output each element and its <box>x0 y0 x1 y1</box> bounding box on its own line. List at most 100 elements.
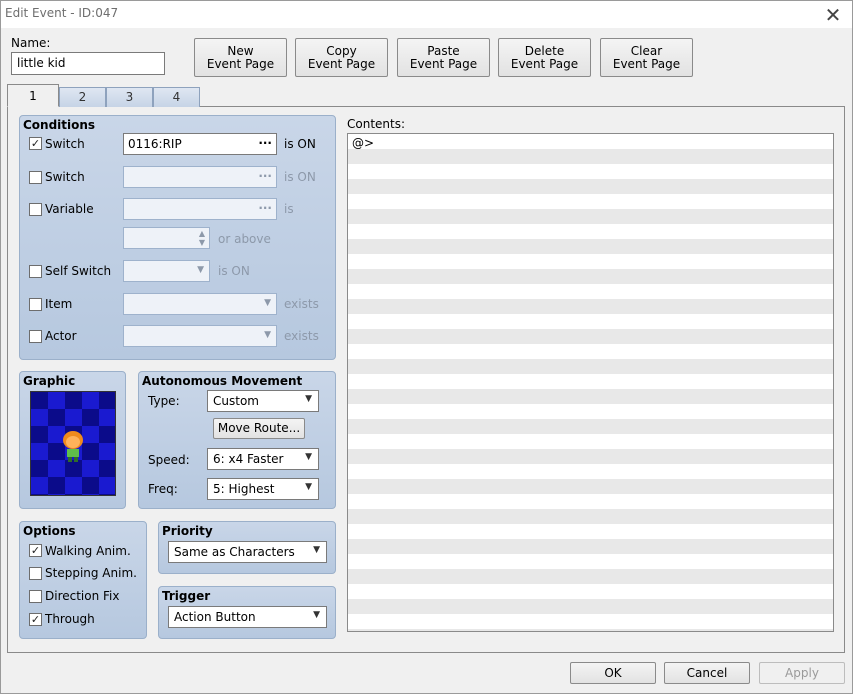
tab-page-3[interactable]: 3 <box>106 87 153 107</box>
list-stripe <box>348 359 833 374</box>
list-stripe <box>348 179 833 194</box>
movement-type-select[interactable]: Custom ▼ <box>207 390 319 412</box>
delete-event-page-button[interactable]: Delete Event Page <box>498 38 591 77</box>
list-stripe <box>348 599 833 614</box>
list-stripe <box>348 269 833 284</box>
switch1-suffix: is ON <box>284 137 316 151</box>
cancel-button[interactable]: Cancel <box>664 662 750 684</box>
speed-value: 6: x4 Faster <box>213 452 284 466</box>
chevron-down-icon: ▼ <box>305 482 312 492</box>
actor-label: Actor <box>45 329 77 343</box>
direction-fix-checkbox[interactable] <box>29 590 42 603</box>
variable-value-spinner[interactable]: ▲ ▼ <box>123 227 210 249</box>
close-icon[interactable]: ✕ <box>822 3 844 27</box>
name-input[interactable]: little kid <box>11 52 165 75</box>
self-switch-suffix: is ON <box>218 264 250 278</box>
chevron-down-icon: ▼ <box>313 545 320 555</box>
switch2-checkbox[interactable] <box>29 171 42 184</box>
self-switch-select[interactable]: ▼ <box>123 260 210 282</box>
through-label: Through <box>45 612 95 626</box>
list-stripe <box>348 629 833 631</box>
autonomous-title: Autonomous Movement <box>142 374 303 388</box>
list-stripe <box>348 209 833 224</box>
freq-value: 5: Highest <box>213 482 275 496</box>
item-checkbox[interactable] <box>29 298 42 311</box>
switch2-label: Switch <box>45 170 85 184</box>
priority-title: Priority <box>162 524 213 538</box>
new-event-page-line2: Event Page <box>206 56 275 71</box>
switch1-checkbox[interactable]: ✓ <box>29 137 42 150</box>
actor-checkbox[interactable] <box>29 330 42 343</box>
options-title: Options <box>23 524 76 538</box>
clear-event-page-button[interactable]: Clear Event Page <box>600 38 693 77</box>
trigger-value: Action Button <box>174 610 256 624</box>
event-commands-list[interactable]: @> <box>347 133 834 632</box>
trigger-select[interactable]: Action Button ▼ <box>168 606 327 628</box>
list-item[interactable]: @> <box>352 136 374 150</box>
list-stripe <box>348 299 833 314</box>
list-stripe <box>348 239 833 254</box>
list-stripe <box>348 149 833 164</box>
direction-fix-label: Direction Fix <box>45 589 120 603</box>
move-route-button[interactable]: Move Route... <box>213 418 305 439</box>
ellipsis-icon: ··· <box>258 201 272 215</box>
paste-event-page-line1: Paste <box>427 43 460 58</box>
new-event-page-line1: New <box>227 43 254 58</box>
actor-select[interactable]: ▼ <box>123 325 277 347</box>
paste-event-page-button[interactable]: Paste Event Page <box>397 38 490 77</box>
window-title: Edit Event - ID:047 <box>5 6 119 20</box>
chevron-down-icon: ▼ <box>264 330 271 340</box>
contents-label: Contents: <box>347 117 406 131</box>
variable-select[interactable]: ··· <box>123 198 277 220</box>
copy-event-page-button[interactable]: Copy Event Page <box>295 38 388 77</box>
conditions-title: Conditions <box>23 118 96 132</box>
freq-label: Freq: <box>148 482 178 496</box>
list-stripe <box>348 419 833 434</box>
character-graphic[interactable] <box>30 391 116 496</box>
spinner-arrows-icon: ▲ ▼ <box>198 229 205 247</box>
list-stripe <box>348 509 833 524</box>
name-label: Name: <box>11 36 51 50</box>
self-switch-checkbox[interactable] <box>29 265 42 278</box>
variable-suffix: is <box>284 202 294 216</box>
list-stripe <box>348 569 833 584</box>
new-event-page-button[interactable]: New Event Page <box>194 38 287 77</box>
type-label: Type: <box>148 394 180 408</box>
tab-page-2[interactable]: 2 <box>59 87 106 107</box>
item-label: Item <box>45 297 73 311</box>
apply-button[interactable]: Apply <box>759 662 845 684</box>
copy-event-page-line2: Event Page <box>307 56 376 71</box>
ok-button[interactable]: OK <box>570 662 656 684</box>
copy-event-page-line1: Copy <box>326 43 357 58</box>
self-switch-label: Self Switch <box>45 264 112 278</box>
actor-suffix: exists <box>284 329 319 343</box>
stepping-anim-checkbox[interactable] <box>29 567 42 580</box>
chevron-down-icon: ▼ <box>313 610 320 620</box>
through-checkbox[interactable]: ✓ <box>29 613 42 626</box>
item-select[interactable]: ▼ <box>123 293 277 315</box>
switch1-select[interactable]: 0116:RIP ··· <box>123 133 277 155</box>
priority-select[interactable]: Same as Characters ▼ <box>168 541 327 563</box>
graphic-title: Graphic <box>23 374 76 388</box>
variable-label: Variable <box>45 202 94 216</box>
switch2-suffix: is ON <box>284 170 316 184</box>
variable-checkbox[interactable] <box>29 203 42 216</box>
walking-anim-checkbox[interactable]: ✓ <box>29 544 42 557</box>
tab-page-1[interactable]: 1 <box>7 84 59 107</box>
trigger-title: Trigger <box>162 589 211 603</box>
ellipsis-icon: ··· <box>258 136 272 150</box>
priority-value: Same as Characters <box>174 545 295 559</box>
character-sprite-icon <box>63 431 83 462</box>
movement-type-value: Custom <box>213 394 259 408</box>
list-stripe <box>348 479 833 494</box>
stepping-anim-label: Stepping Anim. <box>45 566 137 580</box>
delete-event-page-line1: Delete <box>524 43 565 58</box>
switch2-select[interactable]: ··· <box>123 166 277 188</box>
freq-select[interactable]: 5: Highest ▼ <box>207 478 319 500</box>
speed-label: Speed: <box>148 453 190 467</box>
variable-or-above: or above <box>218 232 271 246</box>
title-bar: Edit Event - ID:047 ✕ <box>0 0 853 28</box>
chevron-down-icon: ▼ <box>305 394 312 404</box>
tab-page-4[interactable]: 4 <box>153 87 200 107</box>
speed-select[interactable]: 6: x4 Faster ▼ <box>207 448 319 470</box>
